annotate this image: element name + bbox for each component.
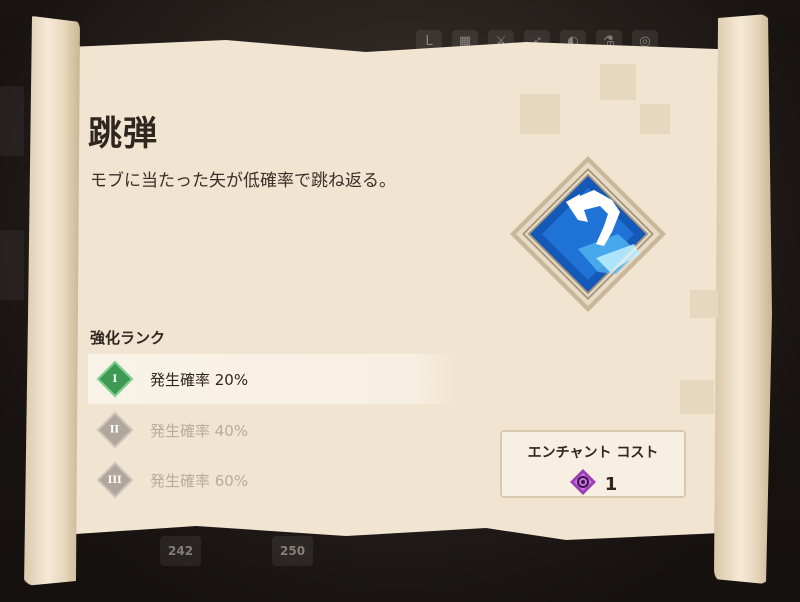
rank-text: 発生確率 60% bbox=[150, 471, 249, 490]
rank-row-3[interactable]: III 発生確率 60% bbox=[88, 455, 458, 505]
rank-text: 発生確率 40% bbox=[150, 421, 249, 440]
enchant-title: 跳弾 bbox=[88, 114, 158, 154]
enchant-point-icon bbox=[569, 468, 597, 500]
cost-value: 1 bbox=[604, 473, 618, 495]
ricochet-arrow-icon bbox=[508, 154, 668, 314]
rank-text: 発生確率 20% bbox=[150, 370, 249, 389]
rank-row-1[interactable]: I 発生確率 20% bbox=[88, 354, 458, 404]
rank-row-2[interactable]: II 発生確率 40% bbox=[88, 405, 458, 455]
enchant-cost-box: エンチャント コスト 1 bbox=[500, 430, 686, 498]
rank-badge: I bbox=[96, 360, 134, 398]
rank-heading: 強化ランク bbox=[90, 329, 166, 347]
rank-badge: III bbox=[96, 461, 134, 499]
cost-label: エンチャント コスト bbox=[527, 445, 659, 461]
inventory-count: 250 bbox=[272, 536, 314, 566]
rank-badge: II bbox=[96, 411, 134, 449]
enchant-description: モブに当たった矢が低確率で跳ね返る。 bbox=[90, 171, 396, 191]
inventory-count: 242 bbox=[160, 536, 202, 566]
scroll-roll-right bbox=[714, 14, 772, 584]
